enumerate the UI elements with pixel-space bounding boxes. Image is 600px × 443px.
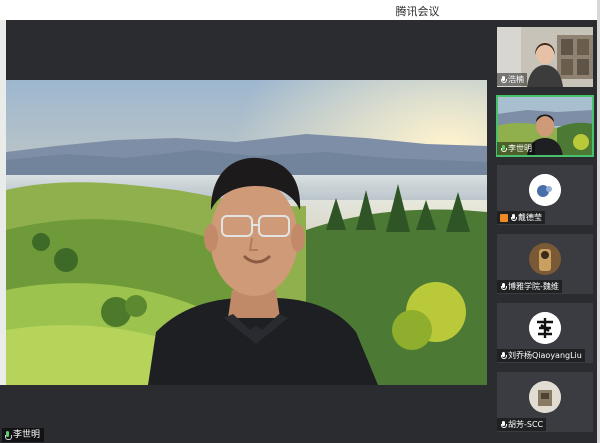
avatar-image <box>529 174 561 206</box>
participant-name: 李世明 <box>508 144 532 153</box>
participant-tile-active-speaker[interactable]: 李世明 <box>496 95 594 157</box>
participant-tile[interactable]: 刘乔杨QiaoyangLiu <box>497 303 593 363</box>
participant-name-tag: 刘乔杨QiaoyangLiu <box>497 349 585 362</box>
mic-active-icon <box>500 144 507 153</box>
participant-name-tag: 浩楠 <box>497 73 527 86</box>
screen-share-icon <box>500 213 508 222</box>
participant-name: 博雅学院-魏维 <box>508 282 559 291</box>
main-video[interactable] <box>6 80 487 385</box>
participant-name: 刘乔杨QiaoyangLiu <box>508 351 582 360</box>
avatar <box>529 312 561 344</box>
participant-name-tag: 李世明 <box>497 142 535 155</box>
participant-name-tag: 博雅学院-魏维 <box>497 280 562 293</box>
main-video-bottom-area <box>0 385 487 443</box>
avatar-image <box>529 312 561 344</box>
avatar-image <box>529 243 561 275</box>
participant-tile[interactable]: 戴德莹 <box>497 165 593 225</box>
mic-icon <box>500 282 507 291</box>
mic-icon <box>510 213 517 222</box>
main-speaker-name: 李世明 <box>13 430 41 440</box>
mic-icon <box>500 420 507 429</box>
avatar <box>529 174 561 206</box>
participant-name: 胡芳-SCC <box>508 420 544 429</box>
participant-name: 戴德莹 <box>518 213 542 222</box>
mic-icon <box>500 351 507 360</box>
mic-active-icon <box>4 430 12 440</box>
participant-name-tag: 戴德莹 <box>497 211 545 224</box>
mic-icon <box>500 75 507 84</box>
avatar-image <box>529 381 561 413</box>
participant-name-tag: 胡芳-SCC <box>497 418 547 431</box>
avatar <box>529 243 561 275</box>
window-title: 腾讯会议 <box>395 5 440 18</box>
participant-name: 浩楠 <box>508 75 524 84</box>
participant-tile[interactable]: 博雅学院-魏维 <box>497 234 593 294</box>
participant-tile[interactable]: 浩楠 <box>497 27 593 87</box>
avatar <box>529 381 561 413</box>
title-bar: 腾讯会议 <box>0 0 600 20</box>
participant-tile[interactable]: 胡芳-SCC <box>497 372 593 432</box>
main-video-feed <box>6 80 487 385</box>
main-speaker-name-tag: 李世明 <box>2 428 45 442</box>
